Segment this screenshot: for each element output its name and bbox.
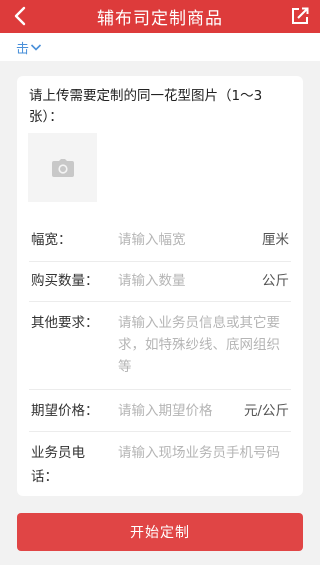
quantity-row: 购买数量： 请输入数量 公斤 [29, 262, 291, 302]
price-label: 期望价格： [31, 403, 99, 419]
back-button[interactable] [8, 4, 32, 28]
sub-toolbar: 击 [0, 33, 320, 61]
share-edit-icon [292, 7, 309, 24]
page-title: 辅布司定制商品 [97, 9, 223, 29]
other-requirements-row: 其他要求： 请输入业务员信息或其它要 求，如特殊纱线、底网组织 等 [29, 302, 291, 390]
custom-order-form: 请上传需要定制的同一花型图片（1～3张）： 幅宽： 请输入幅宽 厘米 购买数量：… [17, 76, 303, 496]
other-placeholder-line: 请输入业务员信息或其它要 [118, 315, 280, 331]
camera-icon [51, 158, 74, 177]
width-label: 幅宽： [31, 232, 72, 248]
other-placeholder-line: 等 [118, 359, 132, 375]
width-row: 幅宽： 请输入幅宽 厘米 [29, 224, 291, 262]
quantity-label: 购买数量： [31, 273, 99, 289]
other-requirements-label: 其他要求： [31, 315, 99, 331]
photo-upload-button[interactable] [28, 133, 97, 202]
quantity-unit: 公斤 [262, 273, 289, 289]
price-unit: 元/公斤 [243, 403, 289, 419]
phone-label: 业务员电 话： [31, 442, 85, 488]
phone-row: 业务员电 话： 请输入现场业务员手机号码 [29, 432, 291, 492]
phone-label-line: 话： [31, 469, 58, 485]
other-requirements-input[interactable]: 请输入业务员信息或其它要 求，如特殊纱线、底网组织 等 [118, 312, 280, 378]
share-button[interactable] [288, 4, 312, 28]
width-unit: 厘米 [262, 232, 289, 248]
phone-label-line: 业务员电 [31, 445, 85, 461]
chevron-down-icon[interactable] [30, 42, 42, 52]
quantity-input[interactable]: 请输入数量 [118, 270, 186, 292]
back-icon [14, 6, 26, 26]
other-placeholder-line: 求，如特殊纱线、底网组织 [118, 337, 280, 353]
phone-input[interactable]: 请输入现场业务员手机号码 [118, 442, 280, 464]
start-customization-button[interactable]: 开始定制 [17, 513, 303, 551]
width-input[interactable]: 请输入幅宽 [118, 229, 186, 251]
price-input[interactable]: 请输入期望价格 [118, 400, 213, 422]
price-row: 期望价格： 请输入期望价格 元/公斤 [29, 390, 291, 432]
upload-instructions: 请上传需要定制的同一花型图片（1～3张）： [29, 88, 263, 125]
filter-dropdown-label[interactable]: 击 [16, 38, 29, 57]
app-header: 辅布司定制商品 [0, 0, 320, 33]
